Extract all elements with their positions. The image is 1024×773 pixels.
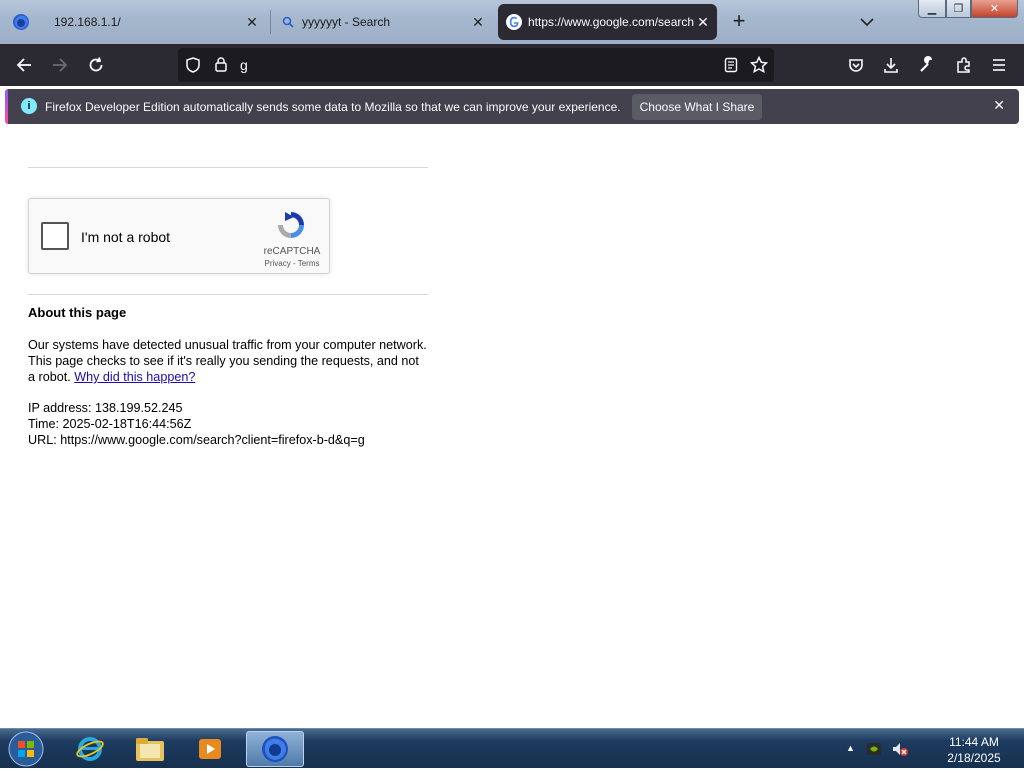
about-page-heading: About this page	[28, 305, 127, 320]
pocket-icon	[849, 59, 863, 72]
close-window-button[interactable]: ✕	[971, 0, 1018, 18]
maximize-button[interactable]: ❐	[946, 0, 971, 18]
start-button[interactable]	[6, 730, 46, 768]
wrench-icon	[920, 56, 932, 72]
time-line: Time: 2025-02-18T16:44:56Z	[28, 417, 192, 431]
close-icon[interactable]: ✕	[244, 14, 260, 30]
tab-strip: 192.168.1.1/ ✕ yyyyyyt - Search ✕ https:…	[0, 0, 1024, 44]
close-icon[interactable]: ✕	[993, 97, 1005, 114]
why-did-this-happen-link[interactable]: Why did this happen?	[74, 370, 195, 384]
chevron-down-icon	[860, 18, 874, 27]
about-page-text: Our systems have detected unusual traffi…	[28, 337, 428, 385]
forward-button[interactable]	[46, 51, 74, 79]
google-icon	[506, 14, 522, 30]
clock-time: 11:44 AM	[949, 735, 999, 749]
windows-logo-icon	[8, 731, 44, 767]
developer-tools-button[interactable]	[913, 51, 941, 79]
recaptcha-logo-icon	[278, 212, 304, 238]
downloads-button[interactable]	[877, 51, 905, 79]
firefox-icon	[13, 14, 29, 30]
bookmark-star-icon[interactable]	[750, 56, 768, 74]
menu-button[interactable]	[985, 51, 1013, 79]
taskbar-media-player[interactable]	[184, 731, 236, 767]
recaptcha-brand: reCAPTCHA	[263, 246, 321, 257]
shield-icon	[186, 57, 200, 73]
extensions-button[interactable]	[950, 51, 978, 79]
search-icon	[282, 16, 294, 28]
divider	[28, 294, 428, 295]
close-icon[interactable]: ✕	[695, 14, 711, 30]
download-icon	[884, 58, 898, 73]
back-button[interactable]	[10, 51, 38, 79]
media-player-icon	[199, 739, 221, 759]
system-clock[interactable]: 11:44 AM 2/18/2025	[936, 734, 1012, 766]
lock-icon	[215, 57, 227, 72]
minimize-button[interactable]: ▁	[918, 0, 946, 18]
pocket-button[interactable]	[842, 51, 870, 79]
notification-accent	[5, 89, 8, 124]
firefox-view-button[interactable]	[0, 0, 42, 44]
tab-title: https://www.google.com/search?client=fir…	[528, 15, 694, 29]
taskbar-file-explorer[interactable]	[124, 731, 176, 767]
divider	[28, 167, 428, 168]
tab-title: 192.168.1.1/	[54, 15, 121, 29]
choose-what-i-share-button[interactable]: Choose What I Share	[632, 94, 762, 120]
hamburger-menu-icon	[993, 59, 1005, 71]
recaptcha-privacy-terms-links[interactable]: Privacy - Terms	[257, 259, 327, 268]
url-text: g	[240, 57, 248, 73]
new-tab-button[interactable]: +	[726, 10, 752, 34]
taskbar-firefox[interactable]	[246, 731, 304, 767]
info-icon: i	[21, 98, 37, 114]
ip-address-line: IP address: 138.199.52.245	[28, 401, 183, 415]
folder-icon	[136, 738, 164, 761]
notification-message: Firefox Developer Edition automatically …	[45, 100, 621, 114]
internet-explorer-icon	[76, 737, 104, 761]
tab-search[interactable]: yyyyyyt - Search ✕	[272, 0, 492, 44]
clock-date: 2/18/2025	[947, 751, 1001, 765]
puzzle-icon	[957, 57, 970, 73]
reload-button[interactable]	[82, 51, 110, 79]
page-content: I'm not a robot reCAPTCHA Privacy - Term…	[0, 130, 1024, 728]
list-all-tabs-button[interactable]	[856, 12, 878, 32]
tab-google[interactable]: https://www.google.com/search?client=fir…	[498, 4, 717, 40]
reader-view-icon[interactable]	[723, 57, 739, 73]
arrow-right-icon	[53, 58, 68, 72]
windows-taskbar: ▲ 11:44 AM 2/18/2025	[0, 728, 1024, 768]
recaptcha-label: I'm not a robot	[81, 229, 171, 245]
arrow-left-icon	[16, 58, 31, 72]
speaker-muted-icon[interactable]	[892, 741, 908, 757]
url-line: URL: https://www.google.com/search?clien…	[28, 433, 365, 447]
recaptcha-checkbox[interactable]	[41, 222, 69, 250]
firefox-icon	[262, 736, 288, 762]
data-collection-notification: i Firefox Developer Edition automaticall…	[5, 89, 1019, 124]
tab-separator	[270, 10, 271, 34]
nvidia-icon[interactable]	[866, 741, 882, 757]
tab-title: yyyyyyt - Search	[302, 15, 391, 29]
recaptcha-widget: I'm not a robot reCAPTCHA Privacy - Term…	[28, 198, 330, 274]
close-icon[interactable]: ✕	[470, 14, 486, 30]
reload-icon	[89, 57, 103, 72]
address-bar[interactable]: g	[178, 48, 774, 82]
tab-router[interactable]: 192.168.1.1/ ✕	[44, 0, 266, 44]
taskbar-internet-explorer[interactable]	[64, 731, 116, 767]
show-hidden-icons-button[interactable]: ▲	[846, 743, 855, 753]
